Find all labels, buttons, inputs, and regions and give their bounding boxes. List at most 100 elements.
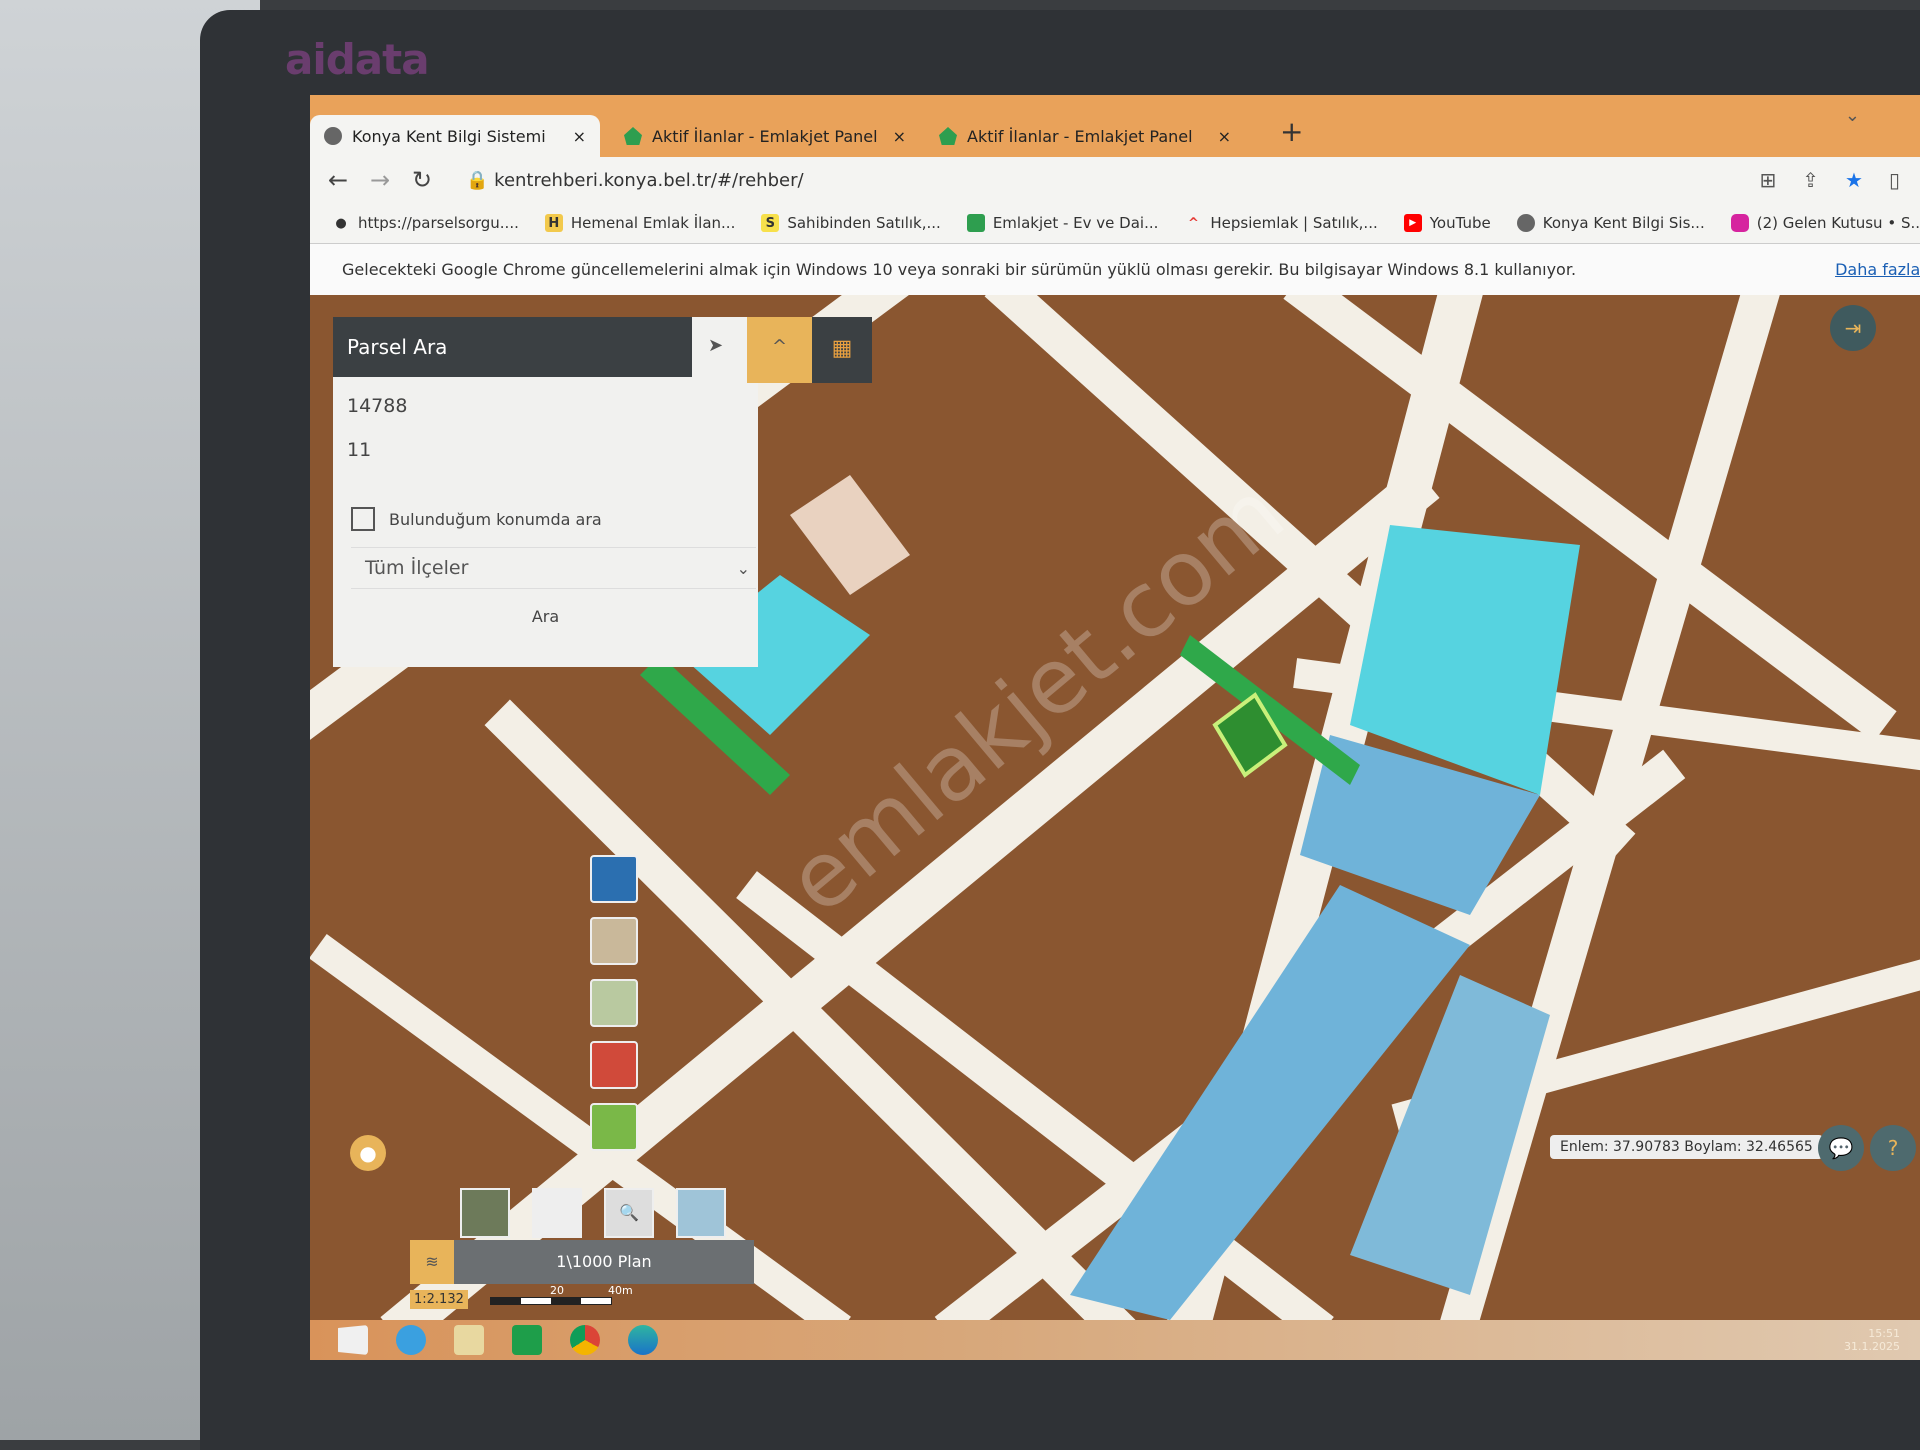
map-tools — [590, 855, 638, 1151]
bookmark-konya[interactable]: Konya Kent Bilgi Sis... — [1516, 214, 1705, 232]
satellite-thumb[interactable] — [460, 1188, 510, 1238]
tab-search-chevron-icon[interactable]: ⌄ — [1845, 105, 1860, 126]
emlakjet-icon — [939, 127, 957, 145]
instagram-icon — [1730, 214, 1749, 232]
tab-title: Aktif İlanlar - Emlakjet Panel — [967, 126, 1193, 146]
bookmark-label: YouTube — [1429, 214, 1491, 232]
hemenal-icon: H — [544, 214, 563, 232]
street-map-thumb[interactable] — [676, 1188, 726, 1238]
learn-more-link[interactable]: Daha fazla bi — [1835, 260, 1920, 279]
bookmark-label: (2) Gelen Kutusu • S... — [1756, 214, 1920, 232]
scale-ratio: 1:2.132 — [410, 1290, 468, 1309]
forward-icon[interactable]: → — [370, 166, 394, 194]
legend-book-icon[interactable] — [590, 855, 638, 903]
block-number-input[interactable]: 14788 — [347, 395, 407, 417]
print-icon[interactable] — [590, 1041, 638, 1089]
bookmark-emlakjet[interactable]: Emlakjet - Ev ve Dai... — [966, 214, 1159, 232]
bookmark-label: Emlakjet - Ev ve Dai... — [992, 214, 1159, 232]
basemap-thumbnails: 🔍 — [460, 1188, 726, 1238]
bookmark-label: Konya Kent Bilgi Sis... — [1542, 214, 1705, 232]
system-clock[interactable]: 15:51 31.1.2025 — [1844, 1327, 1900, 1353]
scale-tick: 20 — [550, 1284, 564, 1297]
layer-compare-icon[interactable] — [590, 1103, 638, 1151]
bookmark-youtube[interactable]: ▶ YouTube — [1403, 214, 1491, 232]
tab-title: Aktif İlanlar - Emlakjet Panel — [652, 126, 878, 146]
active-layer-bar[interactable]: ≋ 1\1000 Plan — [410, 1240, 754, 1284]
search-button[interactable]: Ara — [333, 607, 758, 626]
tab-title: Konya Kent Bilgi Sistemi — [352, 126, 546, 146]
layer-label: 1\1000 Plan — [454, 1240, 754, 1284]
bookmark-parselsorgu[interactable]: ● https://parselsorgu.... — [332, 214, 519, 232]
scale-bar — [490, 1297, 612, 1305]
edge-icon[interactable] — [628, 1325, 658, 1355]
reload-icon[interactable]: ↻ — [412, 166, 436, 194]
parcel-search-panel: Parsel Ara 14788 11 Bulunduğum konumda a… — [333, 317, 758, 667]
bookmarks-bar: ● https://parselsorgu.... H Hemenal Emlak … — [310, 203, 1920, 243]
tab-emlakjet-2[interactable]: Aktif İlanlar - Emlakjet Panel × — [925, 115, 1245, 157]
navigate-arrow-icon[interactable]: ➤ — [708, 335, 723, 356]
bookmark-instagram[interactable]: (2) Gelen Kutusu • S... — [1730, 214, 1920, 232]
checkbox[interactable] — [351, 507, 375, 531]
draw-icon[interactable] — [590, 917, 638, 965]
store-icon[interactable] — [512, 1325, 542, 1355]
bookmark-label: Hemenal Emlak İlan... — [570, 214, 736, 232]
monitor-logo: aidata — [285, 35, 430, 84]
checkbox-label: Bulunduğum konumda ara — [389, 509, 602, 529]
collapse-panel-button[interactable]: ^ — [747, 317, 812, 383]
chrome-icon[interactable] — [570, 1325, 600, 1355]
windows-start-icon[interactable] — [338, 1325, 368, 1355]
new-tab-button[interactable]: + — [1280, 115, 1303, 148]
compass-icon[interactable]: ● — [350, 1135, 386, 1171]
windows-taskbar: 15:51 31.1.2025 — [310, 1320, 1920, 1360]
konya-emblem-icon — [324, 127, 342, 145]
screen: Konya Kent Bilgi Sistemi × Aktif İlanlar… — [310, 95, 1920, 1360]
coordinates-readout: Enlem: 37.90783 Boylam: 32.46565 — [1550, 1135, 1823, 1159]
chevron-down-icon: ⌄ — [736, 558, 750, 578]
district-select[interactable]: Tüm İlçeler ⌄ — [351, 547, 756, 589]
youtube-icon: ▶ — [1403, 214, 1422, 232]
bookmark-label: Hepsiemlak | Satılık,... — [1210, 214, 1378, 232]
grid-menu-icon[interactable]: ▦ — [812, 317, 872, 383]
file-explorer-icon[interactable] — [454, 1325, 484, 1355]
help-icon[interactable]: ? — [1870, 1125, 1916, 1171]
parcel-number-input[interactable]: 11 — [347, 439, 371, 461]
address-bar[interactable]: 🔒 kentrehberi.konya.bel.tr/#/rehber/ — [466, 170, 804, 191]
measure-icon[interactable] — [590, 979, 638, 1027]
bookmark-hepsiemlak[interactable]: ^ Hepsiemlak | Satılık,... — [1184, 214, 1378, 232]
bookmark-sahibinden[interactable]: S Sahibinden Satılık,... — [761, 214, 941, 232]
close-tab-icon[interactable]: × — [893, 127, 906, 146]
login-icon[interactable]: ⇥ — [1830, 305, 1876, 351]
side-panel-icon[interactable]: ▯ — [1889, 168, 1900, 192]
internet-explorer-icon[interactable] — [396, 1325, 426, 1355]
tab-emlakjet-1[interactable]: Aktif İlanlar - Emlakjet Panel × — [610, 115, 920, 157]
share-icon[interactable]: ⇪ — [1802, 168, 1819, 192]
sahibinden-icon: S — [761, 214, 780, 232]
location-search-checkbox[interactable]: Bulunduğum konumda ara — [351, 507, 602, 531]
blank-thumb[interactable] — [532, 1188, 582, 1238]
url-text: kentrehberi.konya.bel.tr/#/rehber/ — [494, 169, 804, 191]
bookmark-label: https://parselsorgu.... — [358, 214, 519, 232]
tab-strip: Konya Kent Bilgi Sistemi × Aktif İlanlar… — [310, 95, 1920, 157]
map-canvas[interactable]: emlakjet.com Parsel Ara 14788 11 Bulundu… — [310, 295, 1920, 1320]
map-pin-icon: ● — [335, 215, 347, 231]
hepsiemlak-icon: ^ — [1187, 215, 1199, 231]
bookmark-label: Sahibinden Satılık,... — [787, 214, 941, 232]
bookmark-hemenal[interactable]: H Hemenal Emlak İlan... — [544, 214, 736, 232]
clock-time: 15:51 — [1868, 1327, 1900, 1340]
tab-konya[interactable]: Konya Kent Bilgi Sistemi × — [310, 115, 600, 157]
infobar-message: Gelecekteki Google Chrome güncellemeleri… — [342, 260, 1577, 279]
layers-icon[interactable]: ≋ — [410, 1240, 454, 1284]
panel-title: Parsel Ara — [333, 317, 692, 377]
translate-icon[interactable]: ⊞ — [1760, 168, 1777, 192]
back-icon[interactable]: ← — [328, 166, 352, 194]
browser-toolbar: ← → ↻ 🔒 kentrehberi.konya.bel.tr/#/rehbe… — [310, 157, 1920, 203]
clock-date: 31.1.2025 — [1844, 1340, 1900, 1353]
konya-emblem-icon — [1516, 214, 1535, 232]
close-tab-icon[interactable]: × — [573, 127, 586, 146]
close-tab-icon[interactable]: × — [1218, 127, 1231, 146]
bookmark-star-icon[interactable]: ★ — [1845, 168, 1863, 192]
emlakjet-icon — [624, 127, 642, 145]
search-magnifier-icon[interactable]: 🔍 — [604, 1188, 654, 1238]
lock-icon: 🔒 — [466, 169, 489, 191]
chat-icon[interactable]: 💬 — [1818, 1125, 1864, 1171]
